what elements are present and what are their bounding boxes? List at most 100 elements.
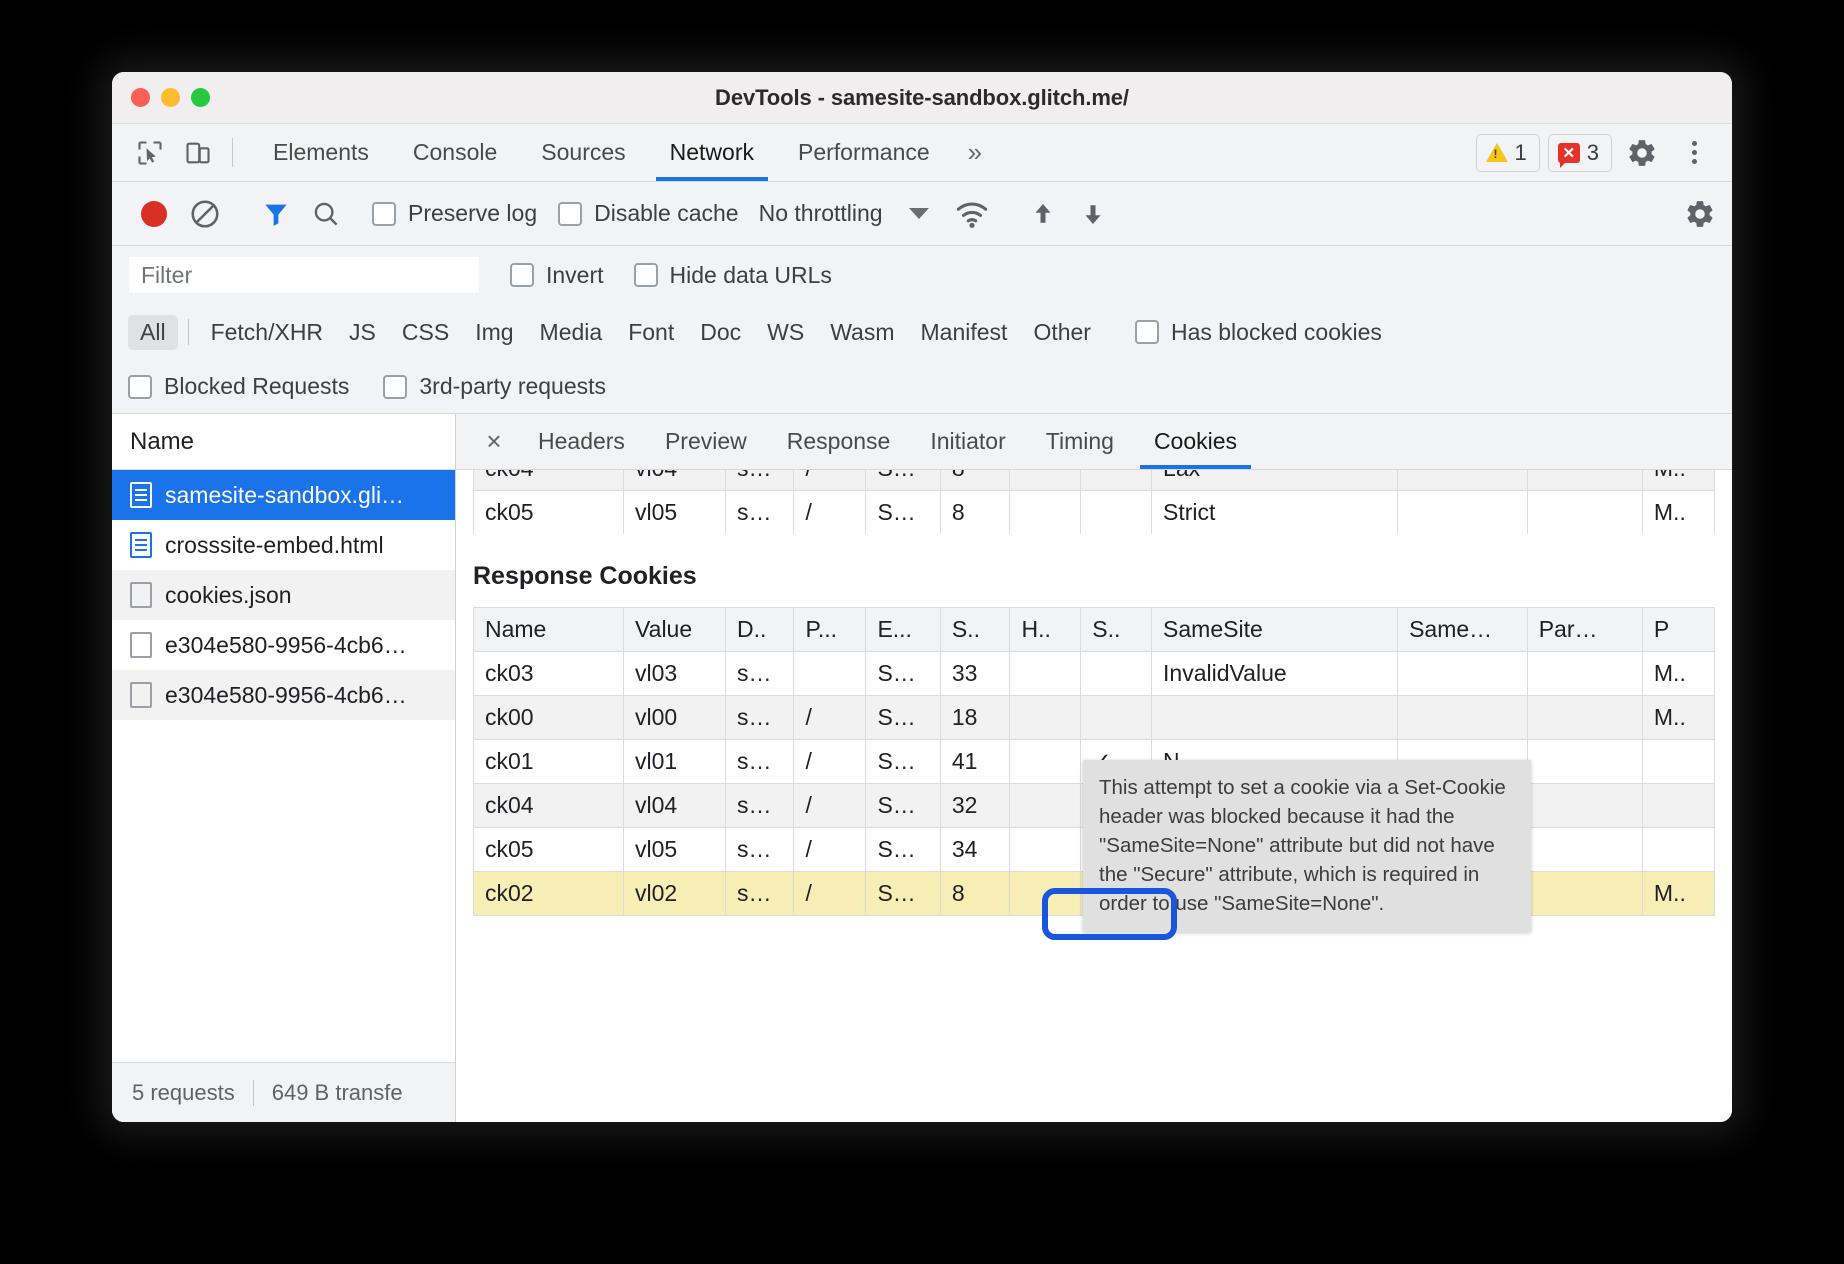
col-samesite[interactable]: SameSite <box>1152 608 1398 652</box>
close-window-button[interactable] <box>131 88 150 107</box>
chip-media[interactable]: Media <box>528 315 615 350</box>
document-icon <box>130 532 152 558</box>
tab-cookies[interactable]: Cookies <box>1134 414 1257 469</box>
chip-manifest[interactable]: Manifest <box>909 315 1020 350</box>
document-icon <box>130 482 152 508</box>
col-expires[interactable]: E... <box>866 608 940 652</box>
chip-other[interactable]: Other <box>1021 315 1103 350</box>
third-party-requests-checkbox[interactable]: 3rd-party requests <box>383 373 606 400</box>
table-row[interactable]: ck03 vl03 s… S… 33 InvalidValue <box>474 652 1715 696</box>
device-toolbar-icon[interactable] <box>174 124 222 181</box>
preserve-log-checkbox[interactable]: Preserve log <box>372 200 537 227</box>
cell-partition <box>1527 872 1642 916</box>
filter-input[interactable]: Filter <box>128 256 480 294</box>
col-partitionkey[interactable]: Par… <box>1527 608 1642 652</box>
tab-preview[interactable]: Preview <box>645 414 767 469</box>
cell-name: ck01 <box>474 740 624 784</box>
checkbox-box <box>510 263 534 287</box>
cell-partition <box>1527 470 1642 491</box>
warning-count-badge[interactable]: 1 <box>1476 134 1540 172</box>
col-value[interactable]: Value <box>624 608 726 652</box>
cell-priority <box>1642 828 1714 872</box>
col-domain[interactable]: D.. <box>726 608 794 652</box>
blocked-requests-checkbox[interactable]: Blocked Requests <box>128 373 349 400</box>
close-icon[interactable]: × <box>470 414 518 469</box>
throttling-select[interactable]: No throttling <box>759 200 883 227</box>
tab-timing[interactable]: Timing <box>1026 414 1134 469</box>
gear-icon[interactable] <box>1620 137 1664 169</box>
disable-cache-checkbox[interactable]: Disable cache <box>558 200 738 227</box>
has-blocked-cookies-checkbox[interactable]: Has blocked cookies <box>1135 319 1382 346</box>
import-har-icon[interactable] <box>1018 199 1068 229</box>
tab-elements[interactable]: Elements <box>251 124 391 181</box>
tab-network[interactable]: Network <box>648 124 776 181</box>
filter-funnel-icon[interactable] <box>251 199 301 229</box>
cell-expires: S… <box>866 872 940 916</box>
tab-headers[interactable]: Headers <box>518 414 645 469</box>
table-row[interactable]: ck05 vl05 s… / S… 8 Strict <box>474 491 1715 535</box>
tab-response[interactable]: Response <box>767 414 911 469</box>
tab-sources[interactable]: Sources <box>519 124 647 181</box>
kebab-menu-icon[interactable] <box>1672 141 1716 164</box>
list-item[interactable]: e304e580-9956-4cb6… <box>112 670 455 720</box>
requests-column-header[interactable]: Name <box>112 414 455 470</box>
invert-checkbox[interactable]: Invert <box>510 262 604 289</box>
col-httponly[interactable]: H.. <box>1010 608 1081 652</box>
chip-css[interactable]: CSS <box>390 315 461 350</box>
col-sameparty[interactable]: Same… <box>1398 608 1528 652</box>
list-item[interactable]: e304e580-9956-4cb6… <box>112 620 455 670</box>
screenshot-root: DevTools - samesite-sandbox.glitch.me/ E… <box>0 0 1844 1264</box>
export-har-icon[interactable] <box>1068 199 1118 229</box>
table-row[interactable]: ck04 vl04 s… / S… 8 Lax <box>474 470 1715 491</box>
hide-data-urls-checkbox[interactable]: Hide data URLs <box>634 262 832 289</box>
list-item[interactable]: cookies.json <box>112 570 455 620</box>
cell-expires: S… <box>866 740 940 784</box>
chip-js[interactable]: JS <box>337 315 388 350</box>
inspect-cursor-icon[interactable] <box>126 124 174 181</box>
chevron-down-icon[interactable] <box>909 208 929 219</box>
menu-dot <box>1692 150 1697 155</box>
col-size[interactable]: S.. <box>940 608 1010 652</box>
col-path[interactable]: P... <box>794 608 866 652</box>
search-icon[interactable] <box>301 199 351 229</box>
cell-priority <box>1642 740 1714 784</box>
third-party-requests-label: 3rd-party requests <box>419 373 606 400</box>
minimize-window-button[interactable] <box>161 88 180 107</box>
network-conditions-icon[interactable] <box>947 199 997 229</box>
chip-font[interactable]: Font <box>616 315 686 350</box>
chip-wasm[interactable]: Wasm <box>818 315 906 350</box>
maximize-window-button[interactable] <box>191 88 210 107</box>
cell-samesite: Lax <box>1152 470 1398 491</box>
col-name[interactable]: Name <box>474 608 624 652</box>
filter-row: Filter Invert Hide data URLs <box>112 246 1732 304</box>
cell-partition <box>1527 740 1642 784</box>
cell-path: / <box>794 491 866 535</box>
chip-fetch-xhr[interactable]: Fetch/XHR <box>199 315 335 350</box>
network-settings-gear-icon[interactable] <box>1678 198 1722 230</box>
chip-all[interactable]: All <box>128 315 178 350</box>
chip-img[interactable]: Img <box>463 315 525 350</box>
error-count-badge[interactable]: ✕ 3 <box>1548 134 1612 172</box>
chip-doc[interactable]: Doc <box>688 315 753 350</box>
tab-performance[interactable]: Performance <box>776 124 952 181</box>
cell-value: vl00 <box>624 696 726 740</box>
cell-sameparty <box>1398 491 1528 535</box>
col-secure[interactable]: S.. <box>1081 608 1152 652</box>
record-button[interactable] <box>128 201 180 227</box>
blocked-cookie-tooltip: This attempt to set a cookie via a Set-C… <box>1083 760 1531 932</box>
more-tabs-icon[interactable]: » <box>952 124 993 181</box>
cell-value: vl05 <box>624 491 726 535</box>
chip-ws[interactable]: WS <box>755 315 816 350</box>
tab-console[interactable]: Console <box>391 124 519 181</box>
devtools-window: DevTools - samesite-sandbox.glitch.me/ E… <box>112 72 1732 1122</box>
tab-initiator[interactable]: Initiator <box>910 414 1025 469</box>
clear-button[interactable] <box>180 198 230 230</box>
list-item[interactable]: samesite-sandbox.gli… <box>112 470 455 520</box>
cell-path: / <box>794 784 866 828</box>
col-priority[interactable]: P <box>1642 608 1714 652</box>
cell-name: ck03 <box>474 652 624 696</box>
list-item[interactable]: crosssite-embed.html <box>112 520 455 570</box>
cell-value: vl01 <box>624 740 726 784</box>
table-row[interactable]: ck00 vl00 s… / S… 18 <box>474 696 1715 740</box>
record-circle-icon <box>141 201 167 227</box>
